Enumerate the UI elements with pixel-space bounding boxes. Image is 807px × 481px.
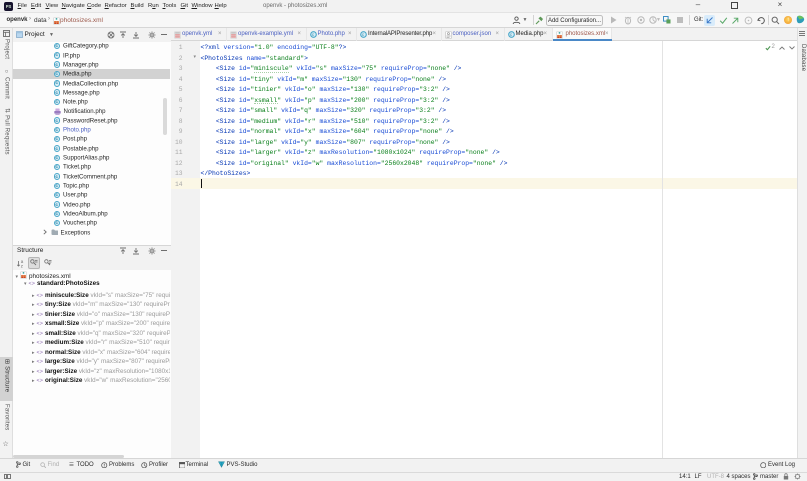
svg-text:z: z	[21, 264, 24, 269]
svg-text:c: c	[362, 32, 364, 37]
svg-text:c: c	[510, 32, 512, 37]
svg-text:c: c	[312, 32, 314, 37]
